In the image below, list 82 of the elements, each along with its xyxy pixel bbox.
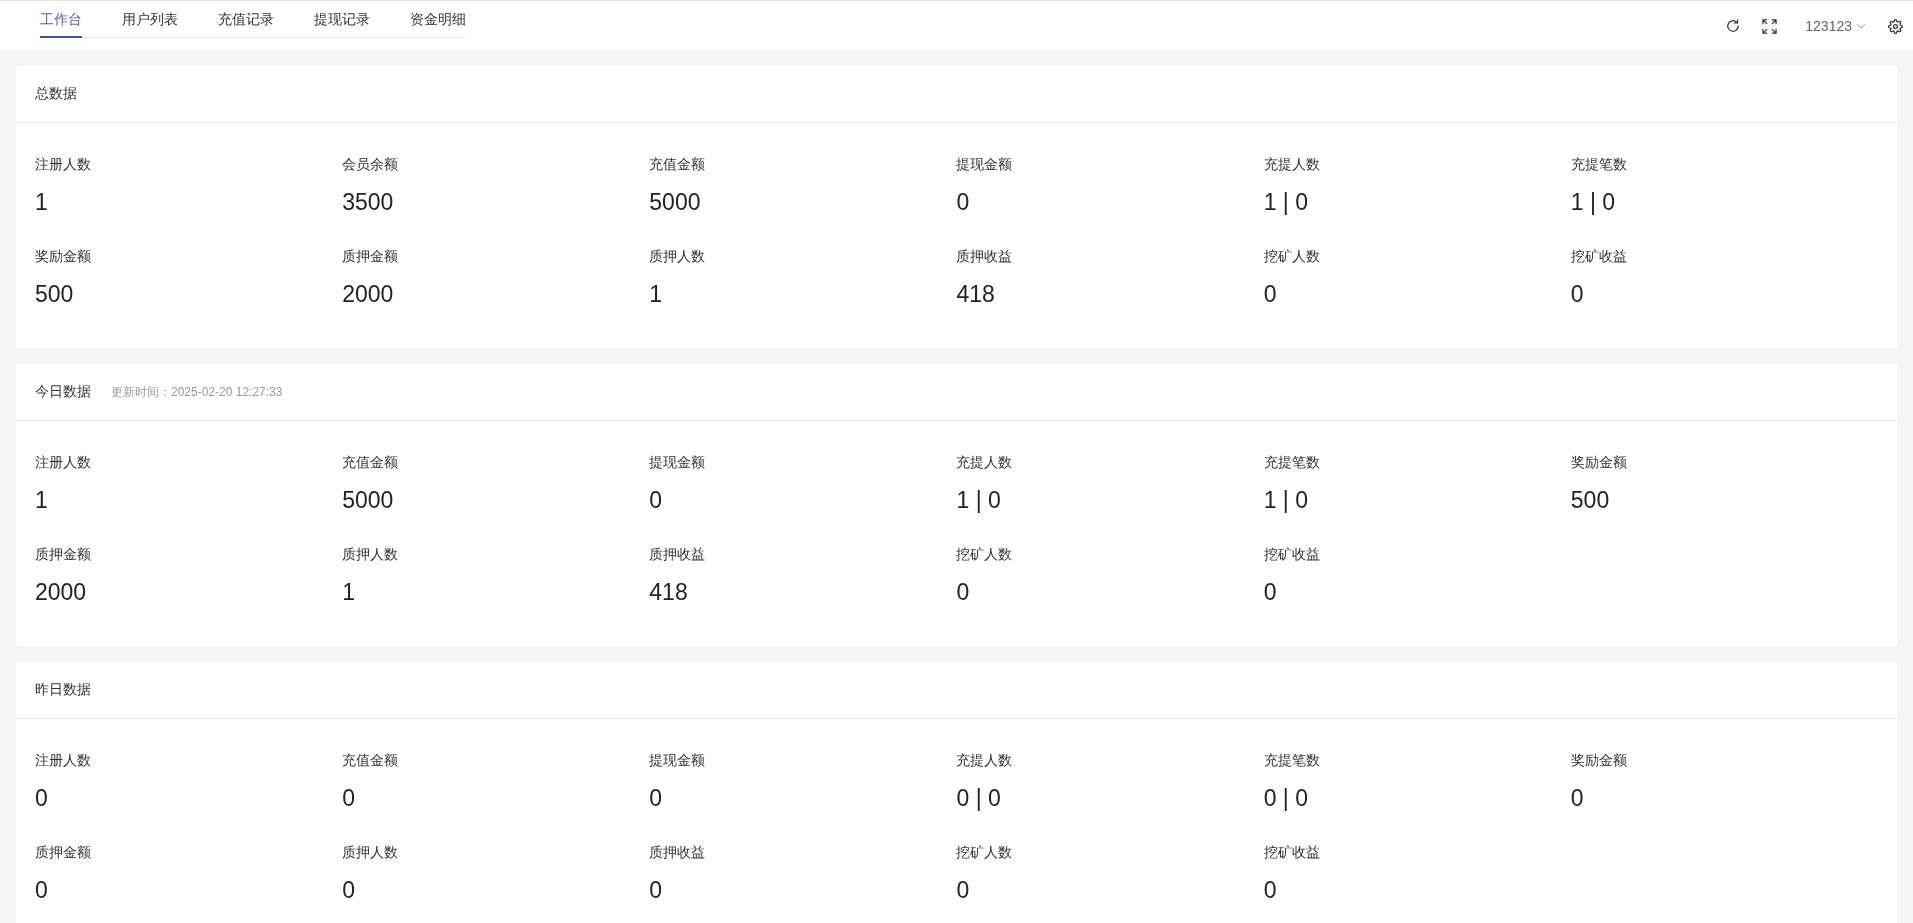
stat-value: 1 | 0	[1263, 486, 1308, 514]
stat-value: 418	[956, 280, 995, 308]
stat-value: 0	[1263, 876, 1277, 904]
stat-label: 注册人数	[35, 751, 91, 769]
stat-label: 充提人数	[956, 453, 1013, 471]
stat-value: 3500	[342, 188, 394, 216]
stat-value: 0 | 0	[1263, 784, 1308, 812]
stat-label: 奖励金额	[35, 247, 91, 265]
settings-icon[interactable]	[1888, 18, 1903, 34]
stat-value: 0	[35, 784, 48, 812]
stat-value: 0 | 0	[956, 784, 1001, 812]
stat-label: 质押人数	[649, 247, 706, 265]
stat-label: 充值金额	[342, 453, 399, 471]
stat-label: 挖矿人数	[956, 545, 1013, 563]
stat-value: 0	[1263, 280, 1277, 308]
fullscreen-icon[interactable]	[1762, 18, 1778, 34]
stat-label: 注册人数	[35, 453, 91, 471]
stat-value: 1	[649, 280, 663, 308]
nav-tab[interactable]: 资金明细	[410, 1, 466, 38]
stat-label: 质押收益	[956, 247, 1013, 265]
stat-value: 1 | 0	[1570, 188, 1616, 216]
stat-value: 500	[1570, 486, 1610, 514]
stat-value: 0	[1570, 784, 1584, 812]
stat-label: 充提人数	[1263, 155, 1320, 173]
stat-label: 挖矿收益	[1263, 843, 1320, 861]
update-time: 更新时间：2025-02-20 12:27:33	[111, 383, 283, 401]
card-title: 今日数据	[35, 383, 91, 401]
stat-label: 质押金额	[342, 247, 399, 265]
stat-label: 奖励金额	[1570, 453, 1627, 471]
card-title: 总数据	[35, 85, 77, 103]
stat-value: 0	[342, 784, 355, 812]
stat-value: 0	[649, 876, 663, 904]
stat-label: 挖矿人数	[956, 843, 1013, 861]
stat-label: 充提笔数	[1263, 453, 1320, 471]
stat-value: 418	[649, 578, 688, 606]
stat-label: 挖矿人数	[1263, 247, 1320, 265]
stat-label: 提现金额	[649, 453, 706, 471]
stat-value: 0	[35, 876, 48, 904]
stat-value: 2000	[342, 280, 394, 308]
nav-tab[interactable]: 工作台	[40, 1, 82, 38]
stat-label: 充提笔数	[1263, 751, 1320, 769]
stat-value: 0	[1263, 578, 1277, 606]
stat-label: 注册人数	[35, 155, 91, 173]
stat-value: 1 | 0	[1263, 188, 1308, 216]
nav-tab[interactable]: 提现记录	[314, 1, 370, 38]
stat-label: 质押收益	[649, 843, 706, 861]
stat-value: 5000	[342, 486, 394, 514]
stat-label: 充值金额	[649, 155, 706, 173]
stat-label: 充值金额	[342, 751, 399, 769]
stat-label: 质押金额	[35, 545, 91, 563]
nav-tab[interactable]: 用户列表	[122, 1, 178, 38]
stat-value: 0	[649, 486, 663, 514]
refresh-icon[interactable]	[1726, 19, 1741, 33]
stat-value: 1	[35, 486, 48, 514]
stat-value: 0	[649, 784, 663, 812]
stat-value: 0	[956, 876, 970, 904]
stat-label: 挖矿收益	[1570, 247, 1627, 265]
stat-value: 0	[956, 578, 970, 606]
stat-label: 质押人数	[342, 545, 399, 563]
stat-value: 0	[956, 188, 970, 216]
stat-label: 提现金额	[956, 155, 1013, 173]
stat-value: 2000	[35, 578, 87, 606]
stat-value: 1 | 0	[956, 486, 1001, 514]
stat-value: 500	[35, 280, 74, 308]
stat-label: 充提人数	[956, 751, 1013, 769]
stat-label: 奖励金额	[1570, 751, 1627, 769]
caret-icon	[1856, 23, 1866, 29]
stat-label: 质押收益	[649, 545, 706, 563]
nav-tab[interactable]: 充值记录	[218, 1, 274, 38]
stat-value: 0	[1570, 280, 1584, 308]
stat-label: 充提笔数	[1570, 155, 1627, 173]
stat-label: 提现金额	[649, 751, 706, 769]
stat-label: 会员余额	[342, 155, 399, 173]
stat-label: 质押人数	[342, 843, 399, 861]
stat-value: 1	[35, 188, 48, 216]
card-title: 昨日数据	[35, 681, 91, 699]
stat-label: 挖矿收益	[1263, 545, 1320, 563]
user-menu[interactable]: 123123	[1805, 18, 1866, 34]
stat-value: 0	[342, 876, 355, 904]
stat-value: 1	[342, 578, 355, 606]
stat-label: 质押金额	[35, 843, 91, 861]
stat-value: 5000	[649, 188, 701, 216]
